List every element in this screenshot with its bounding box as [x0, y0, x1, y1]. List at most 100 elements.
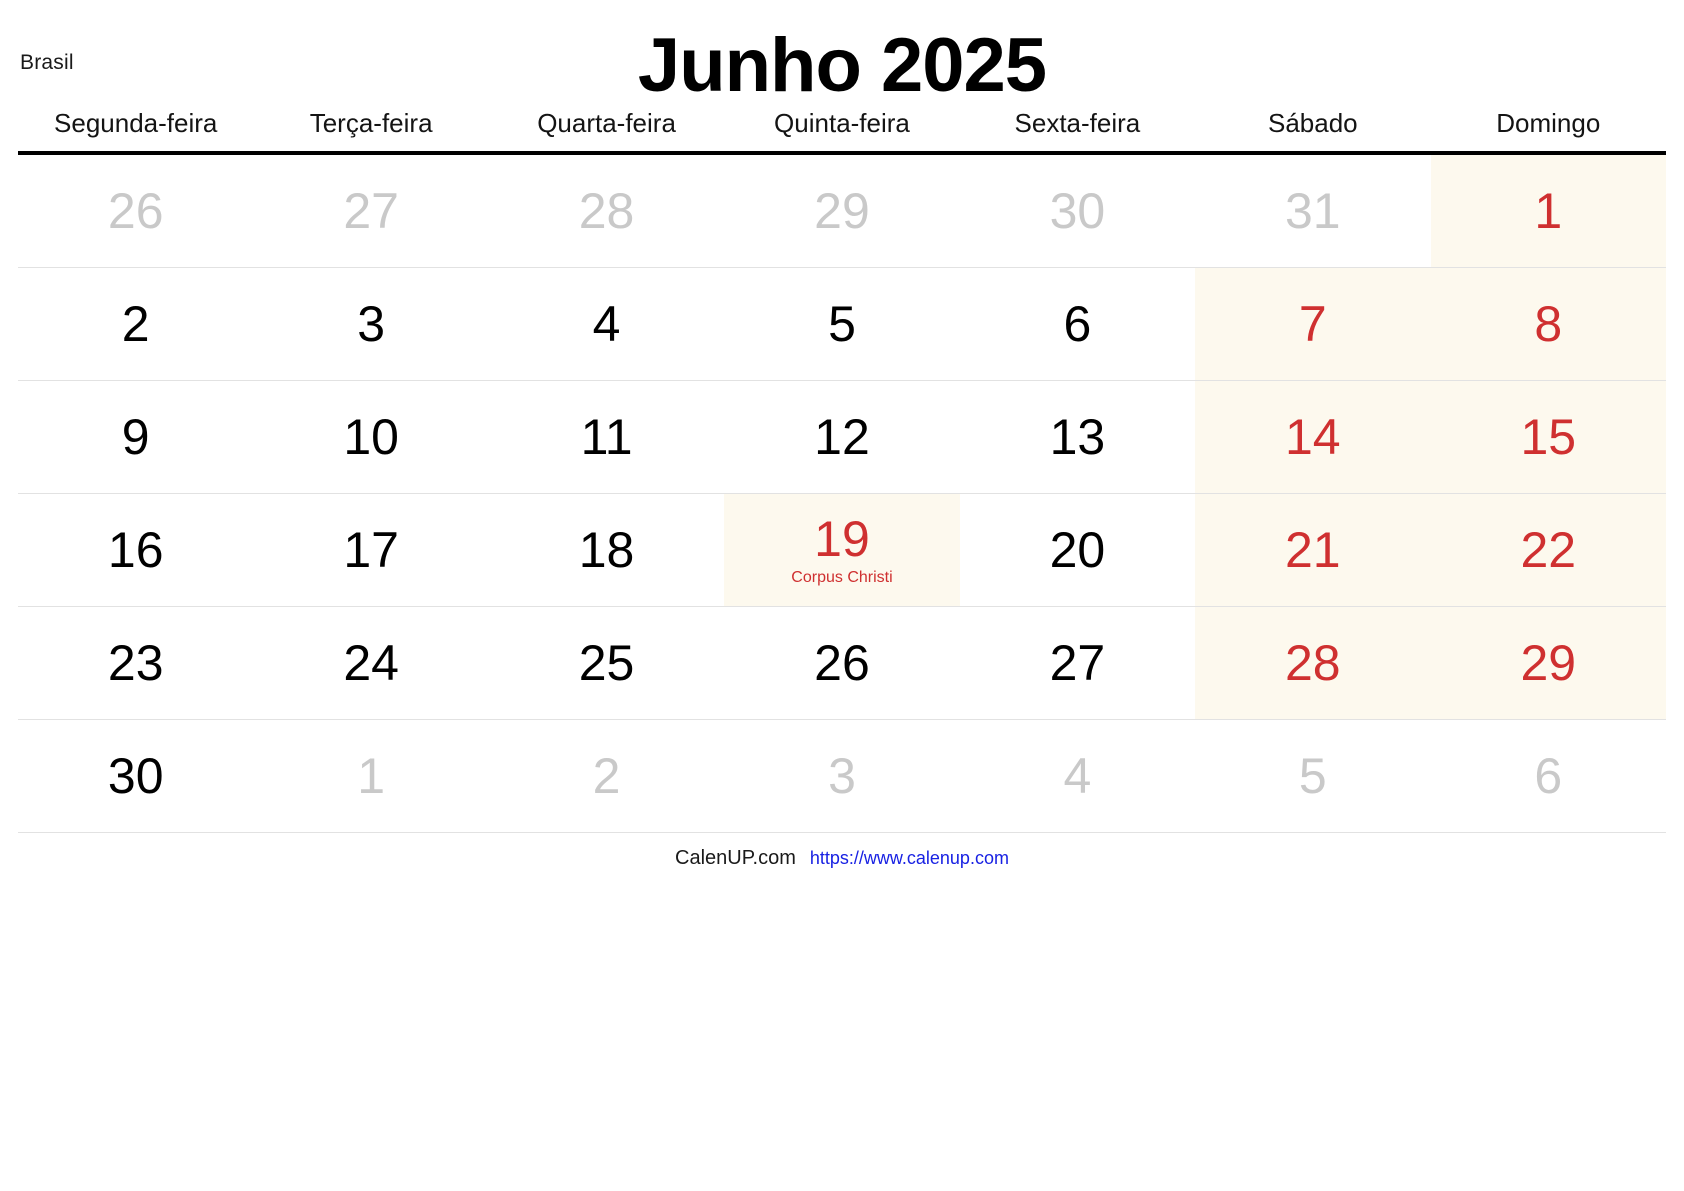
- calendar-header: Brasil Junho 2025: [0, 0, 1684, 108]
- day-number: 15: [1520, 408, 1577, 465]
- calendar-day-cell[interactable]: 23: [18, 606, 254, 720]
- day-number: 18: [578, 521, 635, 578]
- day-number: 5: [828, 295, 856, 352]
- day-number: 28: [1285, 634, 1341, 691]
- weekday-header-row: Segunda-feira Terça-feira Quarta-feira Q…: [18, 108, 1666, 155]
- weekday-header-monday: Segunda-feira: [18, 108, 254, 155]
- weekday-header-sunday: Domingo: [1430, 108, 1666, 155]
- calendar-day-cell[interactable]: 1: [1430, 153, 1666, 268]
- calendar-day-cell[interactable]: 24: [253, 606, 489, 720]
- holiday-label: Corpus Christi: [791, 569, 893, 587]
- calendar-day-cell[interactable]: 29: [724, 153, 960, 268]
- day-number: 2: [121, 295, 150, 352]
- day-number: 19: [814, 510, 870, 567]
- day-number: 29: [1520, 634, 1577, 691]
- calendar-day-cell[interactable]: 28: [488, 153, 725, 268]
- calendar-day-cell[interactable]: 28: [1195, 606, 1431, 720]
- calendar-day-cell[interactable]: 15: [1430, 380, 1666, 494]
- calendar-day-cell[interactable]: 3: [253, 267, 489, 381]
- day-number: 27: [1049, 634, 1106, 691]
- calendar-day-cell[interactable]: 6: [959, 267, 1196, 381]
- calendar-day-cell[interactable]: 19 Corpus Christi: [724, 493, 960, 607]
- day-number: 5: [1298, 747, 1327, 804]
- calendar-week-row: 16 17 18 19 Corpus Christi 20 21 22: [18, 493, 1666, 607]
- calendar-day-cell[interactable]: 27: [253, 153, 489, 268]
- calendar-day-cell[interactable]: 25: [488, 606, 725, 720]
- day-number: 28: [578, 182, 635, 239]
- calendar-week-row: 23 24 25 26 27 28 29: [18, 606, 1666, 720]
- calendar-day-cell[interactable]: 13: [959, 380, 1196, 494]
- calendar-head: Segunda-feira Terça-feira Quarta-feira Q…: [18, 108, 1666, 155]
- calendar-day-cell[interactable]: 4: [959, 719, 1196, 833]
- calendar-day-cell[interactable]: 6: [1430, 719, 1666, 833]
- day-number: 2: [592, 747, 621, 804]
- calendar-day-cell[interactable]: 12: [724, 380, 960, 494]
- calendar-day-cell[interactable]: 20: [959, 493, 1196, 607]
- day-number: 10: [343, 408, 399, 465]
- calendar-day-cell[interactable]: 9: [18, 380, 254, 494]
- footer-url-link[interactable]: https://www.calenup.com: [810, 848, 1009, 868]
- calendar-body: 26 27 28 29 30 31 1 2 3 4 5 6 7 8 9 10 11 12 13 14 15 16 17 18 1…: [18, 153, 1666, 833]
- weekday-header-wednesday: Quarta-feira: [488, 108, 725, 155]
- calendar-day-cell[interactable]: 1: [253, 719, 489, 833]
- day-number: 27: [343, 182, 399, 239]
- calendar-day-cell[interactable]: 3: [724, 719, 960, 833]
- calendar-day-cell[interactable]: 27: [959, 606, 1196, 720]
- calendar-day-cell[interactable]: 17: [253, 493, 489, 607]
- day-number: 11: [580, 408, 633, 465]
- page-title: Junho 2025: [637, 23, 1047, 108]
- calendar-day-cell[interactable]: 30: [18, 719, 254, 833]
- calendar-day-cell[interactable]: 18: [488, 493, 725, 607]
- weekday-header-thursday: Quinta-feira: [724, 108, 960, 155]
- day-number: 31: [1285, 182, 1341, 239]
- weekday-header-friday: Sexta-feira: [959, 108, 1196, 155]
- weekday-header-saturday: Sábado: [1195, 108, 1431, 155]
- day-number: 16: [107, 521, 164, 578]
- calendar-day-cell[interactable]: 11: [488, 380, 725, 494]
- calendar-day-cell[interactable]: 31: [1195, 153, 1431, 268]
- day-number: 20: [1049, 521, 1106, 578]
- day-number: 7: [1298, 295, 1327, 352]
- day-number: 6: [1534, 747, 1563, 804]
- day-number: 1: [1534, 182, 1563, 239]
- day-number: 23: [107, 634, 164, 691]
- calendar-day-cell[interactable]: 7: [1195, 267, 1431, 381]
- calendar-day-cell[interactable]: 10: [253, 380, 489, 494]
- day-number: 21: [1285, 521, 1341, 578]
- day-number: 4: [1063, 747, 1092, 804]
- calendar-grid-wrap: Segunda-feira Terça-feira Quarta-feira Q…: [18, 108, 1666, 870]
- calendar-page: Brasil Junho 2025 Segunda-feira Terça-fe…: [0, 0, 1684, 1191]
- calendar-week-row: 30 1 2 3 4 5 6: [18, 719, 1666, 833]
- calendar-day-cell[interactable]: 4: [488, 267, 725, 381]
- calendar-day-cell[interactable]: 22: [1430, 493, 1666, 607]
- day-number: 12: [814, 408, 870, 465]
- calendar-week-row: 26 27 28 29 30 31 1: [18, 153, 1666, 268]
- calendar-day-cell[interactable]: 26: [724, 606, 960, 720]
- calendar-day-cell[interactable]: 29: [1430, 606, 1666, 720]
- calendar-day-cell[interactable]: 30: [959, 153, 1196, 268]
- calendar-day-cell[interactable]: 2: [488, 719, 725, 833]
- day-number: 6: [1063, 295, 1092, 352]
- calendar-day-cell[interactable]: 5: [1195, 719, 1431, 833]
- calendar-day-cell[interactable]: 16: [18, 493, 254, 607]
- calendar-day-cell[interactable]: 26: [18, 153, 254, 268]
- day-number: 13: [1049, 408, 1106, 465]
- day-number: 30: [107, 747, 164, 804]
- day-number: 1: [357, 747, 386, 804]
- footer: CalenUP.com https://www.calenup.com: [18, 847, 1666, 870]
- day-number: 24: [343, 634, 399, 691]
- day-number: 22: [1520, 521, 1577, 578]
- calendar-week-row: 2 3 4 5 6 7 8: [18, 267, 1666, 381]
- day-number: 14: [1285, 408, 1341, 465]
- calendar-day-cell[interactable]: 14: [1195, 380, 1431, 494]
- calendar-day-cell[interactable]: 21: [1195, 493, 1431, 607]
- calendar-day-cell[interactable]: 5: [724, 267, 960, 381]
- calendar-table: Segunda-feira Terça-feira Quarta-feira Q…: [18, 108, 1666, 833]
- calendar-day-cell[interactable]: 2: [18, 267, 254, 381]
- day-number: 8: [1534, 295, 1563, 352]
- calendar-day-cell[interactable]: 8: [1430, 267, 1666, 381]
- day-number: 26: [814, 634, 870, 691]
- day-number: 3: [357, 295, 386, 352]
- footer-brand: CalenUP.com: [675, 847, 796, 869]
- calendar-week-row: 9 10 11 12 13 14 15: [18, 380, 1666, 494]
